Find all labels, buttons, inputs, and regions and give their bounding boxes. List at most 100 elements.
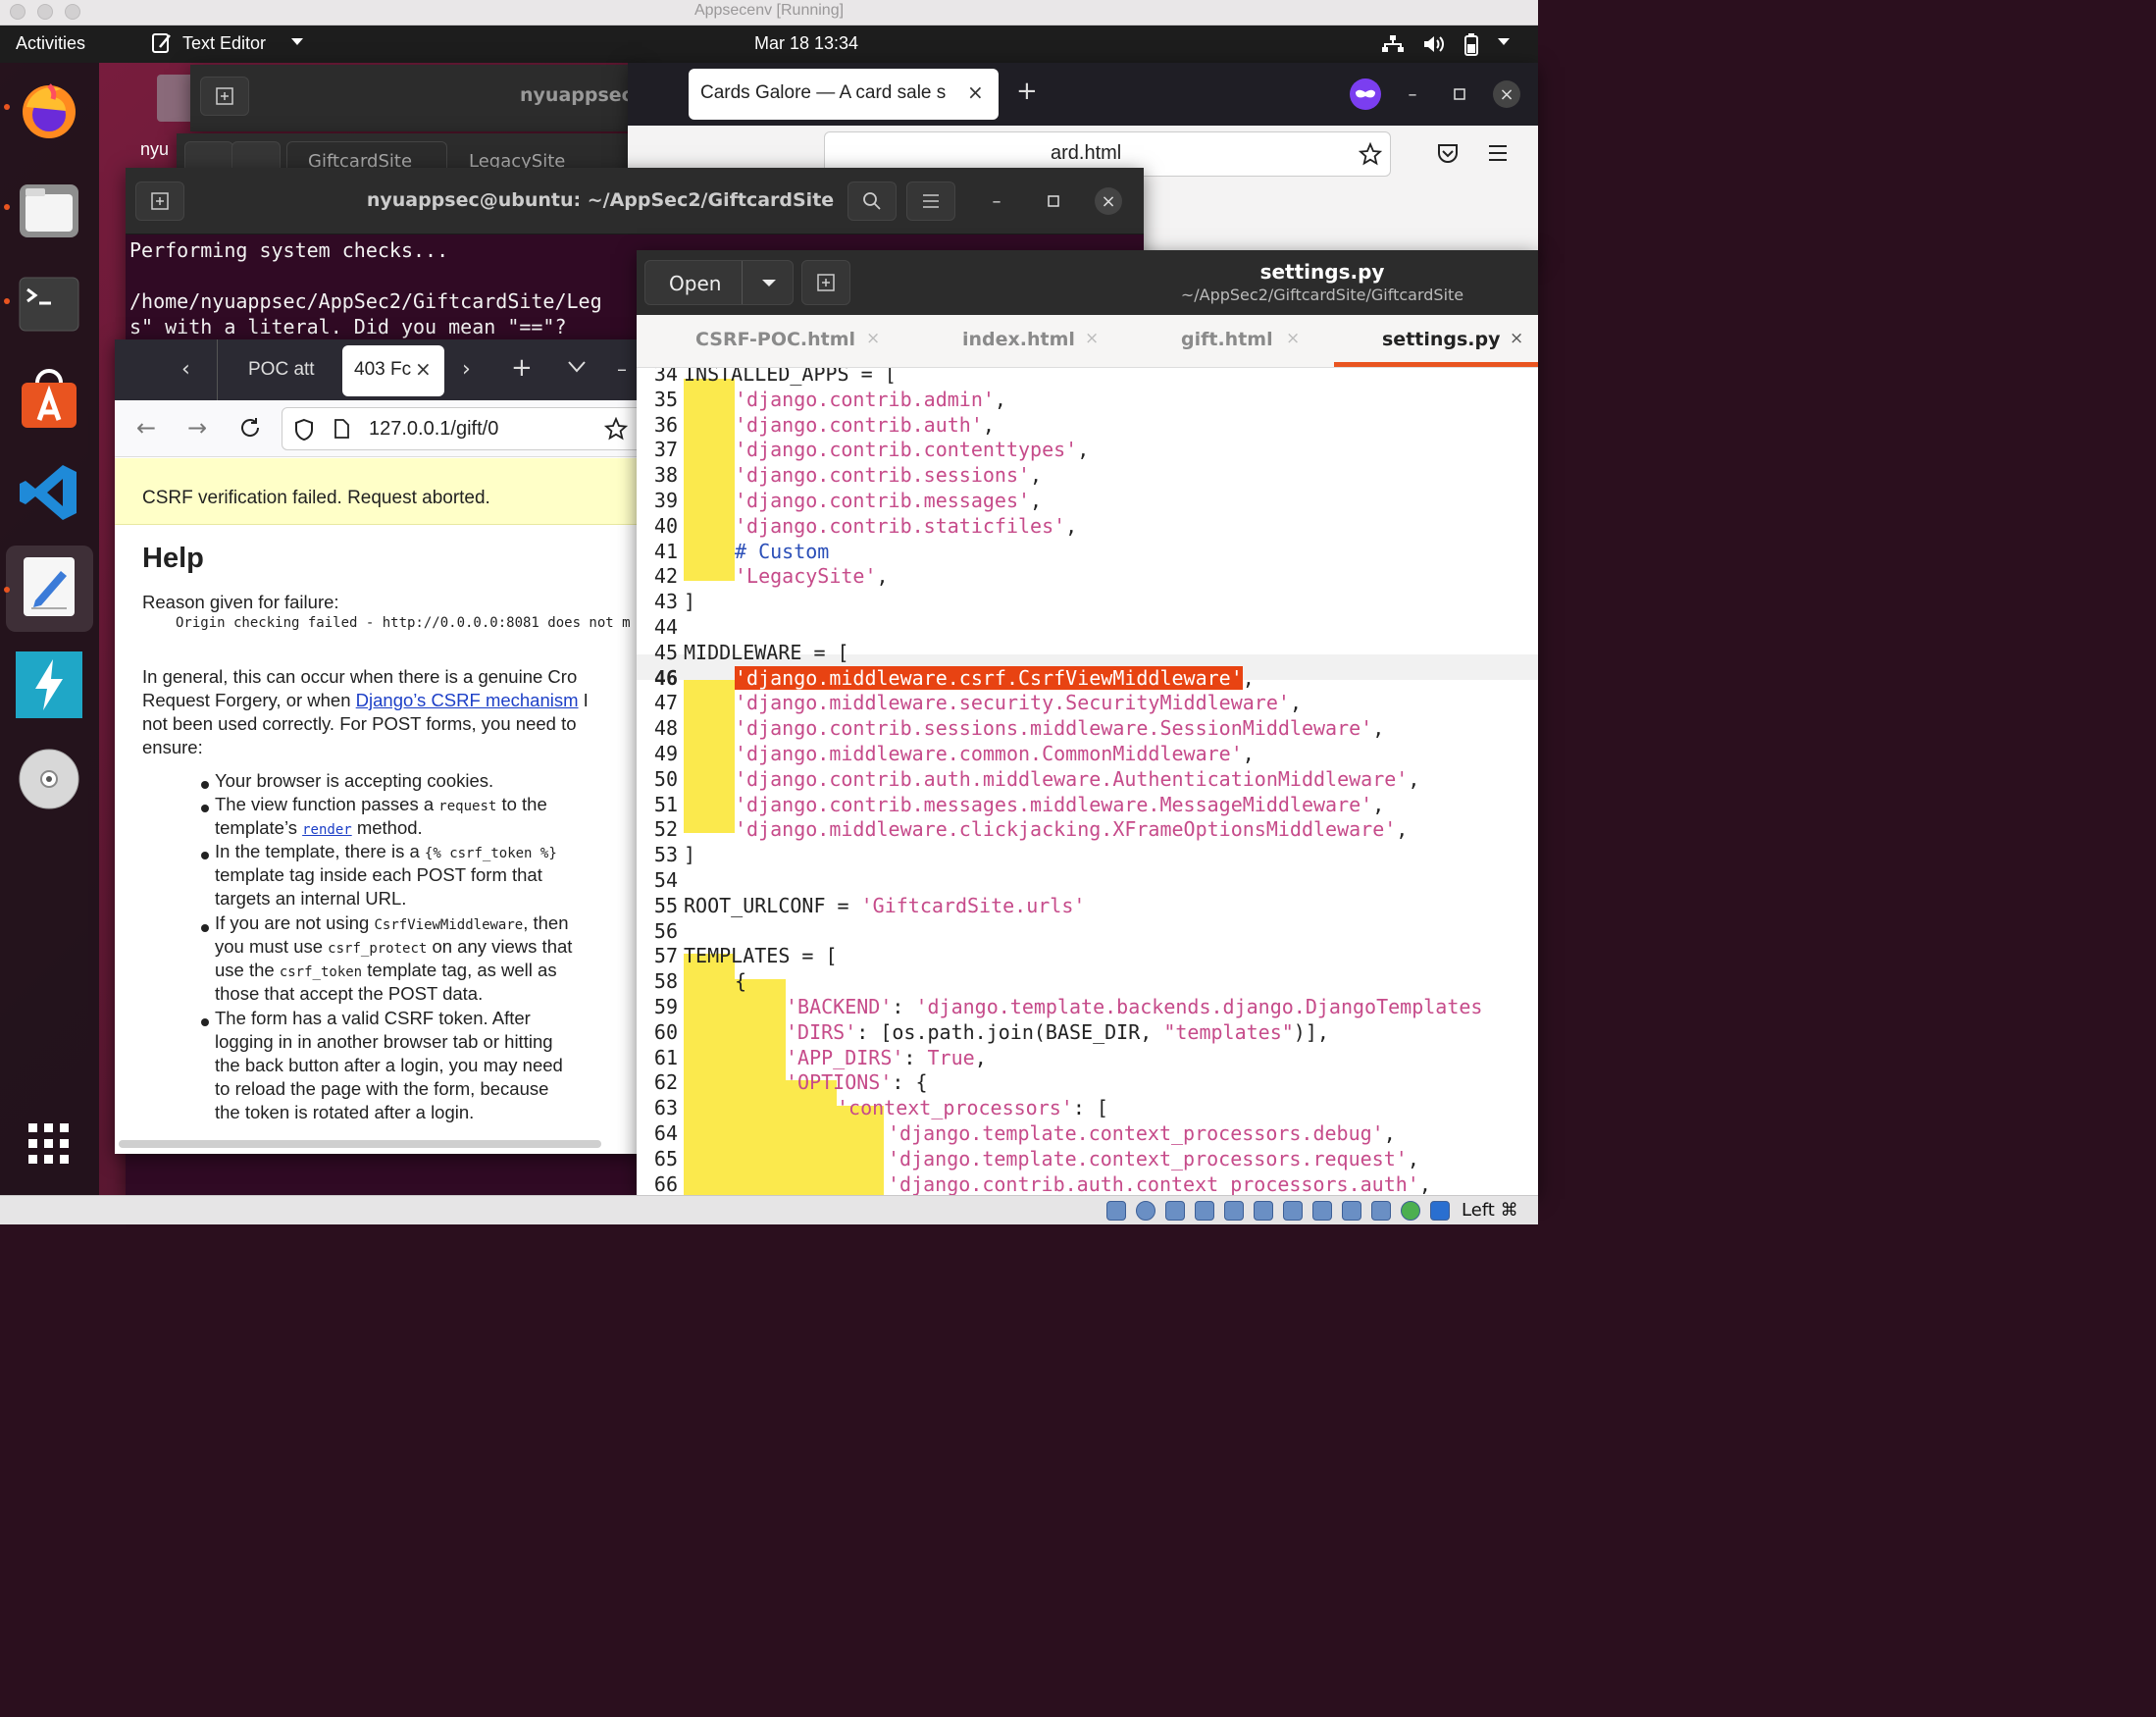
- show-applications-icon[interactable]: [16, 1111, 82, 1177]
- pocket-icon[interactable]: [1436, 143, 1460, 165]
- audio-icon[interactable]: [1195, 1201, 1214, 1221]
- close-tab-icon[interactable]: ×: [866, 329, 880, 348]
- tab-index[interactable]: index.html: [962, 329, 1075, 350]
- list-all-tabs-icon[interactable]: [568, 361, 586, 373]
- network-adapter-icon[interactable]: [1224, 1201, 1244, 1221]
- maximize-icon[interactable]: [1042, 189, 1065, 213]
- minimize-icon[interactable]: –: [985, 189, 1008, 213]
- code-line: 'django.middleware.common.CommonMiddlewa…: [735, 742, 1255, 765]
- video-capture-icon[interactable]: [1342, 1201, 1361, 1221]
- software-store-icon[interactable]: [16, 365, 82, 432]
- tab-csrf-poc[interactable]: CSRF-POC.html: [695, 329, 855, 350]
- close-tab-icon[interactable]: ×: [1085, 329, 1099, 348]
- activities-button[interactable]: Activities: [16, 33, 85, 54]
- tab-title: Cards Galore — A card sale s: [700, 82, 947, 103]
- text-editor-icon[interactable]: [16, 553, 82, 620]
- files-icon[interactable]: [16, 177, 82, 243]
- system-menu-chevron-icon[interactable]: [1497, 37, 1511, 47]
- close-window-icon[interactable]: ×: [1493, 80, 1520, 108]
- close-window-icon[interactable]: ×: [1095, 187, 1122, 215]
- new-document-icon[interactable]: [801, 260, 850, 305]
- close-tab-icon[interactable]: ×: [1286, 329, 1300, 348]
- optical-drive-icon[interactable]: [1136, 1201, 1155, 1221]
- keyboard-capture-icon[interactable]: [1430, 1201, 1450, 1221]
- tab-scroll-right-icon[interactable]: ›: [462, 357, 471, 382]
- hard-disk-icon[interactable]: [1106, 1201, 1126, 1221]
- bookmark-star-icon[interactable]: [1359, 142, 1382, 166]
- bullet: [201, 852, 209, 859]
- bookmark-star-icon[interactable]: [604, 417, 628, 441]
- guest-additions-icon[interactable]: [1401, 1201, 1420, 1221]
- background-terminal-window[interactable]: nyuappsec(: [190, 65, 642, 131]
- code-line: 'django.template.context_processors.requ…: [888, 1146, 1419, 1171]
- code-line: 'django.contrib.admin',: [735, 387, 1006, 411]
- list-item-text: logging in in another browser tab or hit…: [215, 1031, 553, 1052]
- volume-icon[interactable]: [1422, 34, 1446, 54]
- browser-tab-poc[interactable]: POC att: [248, 359, 315, 381]
- clock[interactable]: Mar 18 13:34: [754, 33, 858, 54]
- line-number: 45: [653, 640, 678, 664]
- line-number: 46: [653, 665, 678, 690]
- vtx-icon[interactable]: [1371, 1201, 1391, 1221]
- code-line: 'context_processors': [: [837, 1096, 1108, 1120]
- close-tab-icon[interactable]: ×: [415, 357, 432, 381]
- app-menu-button[interactable]: Text Editor: [182, 33, 266, 54]
- django-csrf-link[interactable]: Django’s CSRF mechanism: [356, 690, 579, 710]
- minimize-icon[interactable]: –: [1401, 82, 1424, 106]
- new-tab-icon[interactable]: +: [511, 353, 533, 383]
- list-item-text: those that accept the POST data.: [215, 983, 484, 1004]
- code-fragment: csrf_protect: [328, 941, 428, 957]
- chevron-down-icon[interactable]: [290, 37, 304, 47]
- terminal-icon[interactable]: [16, 271, 82, 338]
- code-editor[interactable]: 34 INSTALLED_APPS = [35 'django.contrib.ad…: [637, 368, 1538, 1195]
- code-line: 'OPTIONS': {: [786, 1070, 928, 1095]
- network-icon[interactable]: [1381, 34, 1405, 54]
- close-tab-icon[interactable]: ×: [967, 80, 984, 104]
- list-item-text: the token is rotated after a login.: [215, 1102, 475, 1122]
- vscode-icon[interactable]: [16, 459, 82, 526]
- floppy-icon[interactable]: [1165, 1201, 1185, 1221]
- list-item-text: you must use: [215, 936, 329, 957]
- gedit-window[interactable]: Open settings.py ~/AppSec2/GiftcardSite/…: [637, 250, 1538, 1195]
- battery-icon[interactable]: [1463, 32, 1479, 56]
- code-line: 'django.contrib.sessions.middleware.Sess…: [735, 716, 1385, 741]
- tab-scroll-left-icon[interactable]: ‹: [181, 357, 190, 382]
- firefox-icon[interactable]: [16, 77, 82, 143]
- render-link[interactable]: render: [302, 822, 352, 838]
- maximize-icon[interactable]: [1448, 82, 1471, 106]
- list-item-text: In the template, there is a: [215, 841, 425, 861]
- search-icon[interactable]: [847, 182, 897, 221]
- new-tab-icon[interactable]: +: [1016, 77, 1038, 106]
- reload-icon[interactable]: [238, 416, 262, 440]
- tab-settings[interactable]: settings.py: [1382, 329, 1501, 350]
- chevron-down-icon[interactable]: [761, 279, 777, 288]
- list-item-text: to reload the page with the form, becaus…: [215, 1078, 549, 1099]
- horizontal-scrollbar[interactable]: [119, 1140, 601, 1148]
- back-icon[interactable]: ←: [136, 414, 156, 442]
- shared-folders-icon[interactable]: [1283, 1201, 1303, 1221]
- open-button[interactable]: Open: [644, 260, 794, 305]
- browser-tab-active[interactable]: Cards Galore — A card sale s ×: [689, 69, 999, 120]
- list-item-text: , then: [523, 912, 569, 933]
- csrf-error-page: CSRF verification failed. Request aborte…: [115, 458, 644, 1154]
- minimize-icon[interactable]: –: [617, 357, 627, 381]
- hamburger-menu-icon[interactable]: [1487, 143, 1509, 163]
- url-text: ard.html: [1051, 142, 1122, 164]
- new-tab-icon[interactable]: [200, 77, 249, 116]
- tab-gift[interactable]: gift.html: [1181, 329, 1273, 350]
- page-info-icon[interactable]: [334, 419, 349, 439]
- list-item-text: template tag, as well as: [362, 960, 557, 980]
- code-line: 'django.contrib.auth.middleware.Authenti…: [735, 766, 1420, 791]
- line-number: 44: [653, 615, 678, 639]
- hamburger-menu-icon[interactable]: [906, 182, 955, 221]
- browser-tab-403[interactable]: 403 Fc ×: [342, 345, 444, 396]
- forward-icon[interactable]: →: [187, 414, 207, 442]
- display-icon[interactable]: [1312, 1201, 1332, 1221]
- close-tab-icon[interactable]: ×: [1510, 329, 1523, 348]
- firefox-window-left[interactable]: ‹ POC att 403 Fc × › + – ← → 127.0.0.1/g…: [115, 339, 644, 1154]
- shield-icon[interactable]: [294, 418, 314, 442]
- url-bar[interactable]: 127.0.0.1/gift/0: [282, 407, 644, 450]
- usb-icon[interactable]: [1254, 1201, 1273, 1221]
- optical-disc-icon[interactable]: [16, 746, 82, 812]
- bolt-app-icon[interactable]: [16, 651, 82, 718]
